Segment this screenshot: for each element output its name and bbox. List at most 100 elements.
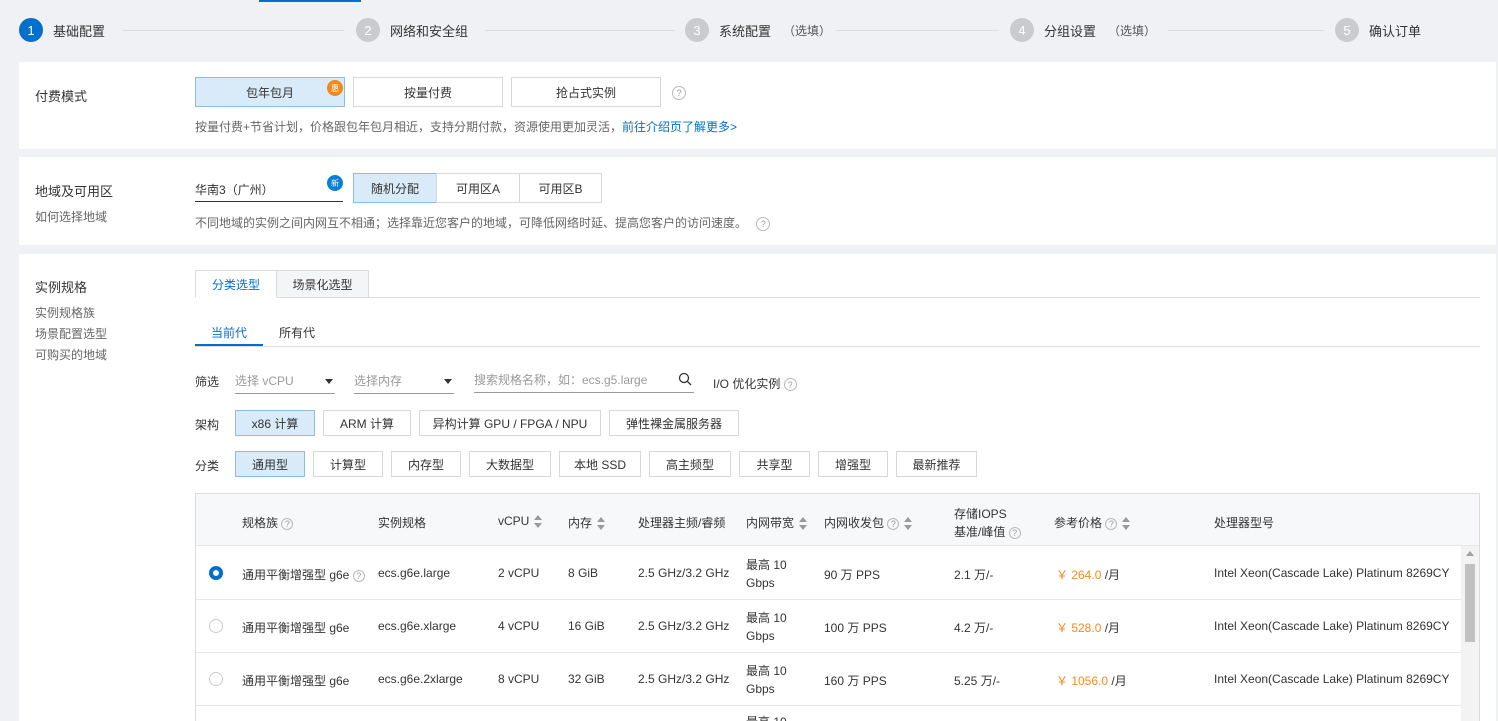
tab-scenario-selection[interactable]: 场景化选型 [277, 270, 369, 298]
category-general-button[interactable]: 通用型 [235, 451, 305, 477]
table-row[interactable]: 通用平衡增强型 g6e ecs.g6e.xlarge 4 vCPU 16 GiB… [196, 600, 1462, 652]
category-recommended-button[interactable]: 最新推荐 [896, 451, 977, 477]
col-memory[interactable]: 内存 [568, 514, 606, 531]
memory-select[interactable]: 选择内存 [354, 368, 454, 394]
region-title: 地域及可用区 [35, 184, 114, 199]
table-scrollbar[interactable] [1461, 546, 1479, 721]
step-confirm-order[interactable]: 5 确认订单 [1335, 17, 1421, 43]
arch-arm-button[interactable]: ARM 计算 [323, 410, 411, 436]
category-label: 分类 [195, 459, 220, 473]
table-row[interactable]: 通用平衡增强型 g6e ? ecs.g6e.large 2 vCPU 8 GiB… [196, 546, 1462, 599]
step-connector [1168, 30, 1324, 31]
category-memory-button[interactable]: 内存型 [391, 451, 461, 477]
zone-b-button[interactable]: 可用区B [519, 173, 602, 203]
category-local-ssd-button[interactable]: 本地 SSD [559, 451, 641, 477]
category-shared-button[interactable]: 共享型 [739, 451, 810, 477]
available-regions-link[interactable]: 可购买的地域 [35, 346, 107, 363]
col-sub-label: 基准/峰值 ? [954, 523, 1021, 541]
col-spec: 实例规格 [378, 516, 427, 530]
col-pps[interactable]: 内网收发包 ? [824, 514, 913, 531]
help-icon[interactable]: ? [1008, 526, 1021, 539]
category-enhanced-button[interactable]: 增强型 [818, 451, 888, 477]
help-icon[interactable]: ? [672, 86, 686, 100]
row-family: 通用平衡增强型 g6e ? [242, 566, 365, 583]
region-help-link[interactable]: 如何选择地域 [35, 208, 107, 225]
row-cpu-model: Intel Xeon(Cascade Lake) Platinum 8269CY [1214, 619, 1450, 633]
scroll-thumb[interactable] [1465, 564, 1475, 642]
zone-random-button[interactable]: 随机分配 [353, 173, 437, 203]
sort-icon[interactable] [597, 517, 606, 531]
tab-current-generation[interactable]: 当前代 [211, 324, 247, 341]
tag-label: 计算型 [329, 457, 366, 472]
help-icon[interactable]: ? [756, 216, 771, 231]
cell-text: Gbps [746, 682, 775, 696]
help-icon[interactable]: ? [281, 517, 294, 530]
col-label: 基准/峰值 [954, 525, 1006, 539]
step-label: 确认订单 [1369, 23, 1422, 39]
row-cpu-model: Intel Xeon(Cascade Lake) Platinum 8269CY [1214, 672, 1450, 686]
billing-pay-as-you-go-button[interactable]: 按量付费 [353, 77, 503, 107]
step-network-security[interactable]: 2 网络和安全组 [356, 17, 468, 43]
col-label: 内网带宽 [746, 516, 795, 530]
col-bandwidth[interactable]: 内网带宽 [746, 514, 808, 531]
col-label: 存储IOPS [954, 507, 1007, 521]
step-basic-config[interactable]: 1 基础配置 [19, 17, 105, 43]
col-label: 内网收发包 [824, 516, 885, 530]
step-system-config[interactable]: 3 系统配置 （选填） [685, 17, 831, 43]
arch-x86-button[interactable]: x86 计算 [235, 410, 315, 436]
cell-text: 通用平衡增强型 g6e [242, 568, 350, 582]
category-compute-button[interactable]: 计算型 [313, 451, 383, 477]
help-icon[interactable]: ? [783, 378, 797, 392]
col-price[interactable]: 参考价格 ? [1054, 514, 1131, 531]
sort-icon[interactable] [1122, 517, 1131, 531]
step-number: 4 [1010, 18, 1034, 42]
search-icon[interactable] [678, 372, 692, 386]
row-iops: 2.1 万/- [954, 568, 994, 582]
table-row[interactable]: 通用平衡增强型 g6e ecs.g6e.2xlarge 8 vCPU 32 Gi… [196, 653, 1462, 705]
row-radio[interactable] [209, 619, 223, 633]
row-radio[interactable] [209, 566, 223, 580]
zone-a-button[interactable]: 可用区A [436, 173, 520, 203]
row-frequency: 2.5 GHz/3.2 GHz [638, 566, 730, 580]
step-optional-label: （选填） [1108, 23, 1157, 38]
row-pps: 160 万 PPS [824, 674, 887, 688]
billing-subscription-button[interactable]: 包年包月 [195, 77, 345, 107]
sort-icon[interactable] [799, 517, 808, 531]
scenario-config-link[interactable]: 场景配置选型 [35, 325, 107, 342]
vcpu-placeholder: 选择 vCPU [235, 374, 294, 388]
col-vcpu[interactable]: vCPU [498, 514, 543, 529]
step-group-settings[interactable]: 4 分组设置 （选填） [1010, 17, 1156, 43]
col-cpu-model: 处理器型号 [1214, 516, 1275, 530]
help-icon[interactable]: ? [1105, 517, 1118, 530]
sort-icon[interactable] [534, 515, 543, 529]
row-radio[interactable] [209, 672, 223, 686]
region-value: 华南3（广州） [195, 183, 274, 197]
sort-icon[interactable] [904, 517, 913, 531]
arch-heterogeneous-button[interactable]: 异构计算 GPU / FPGA / NPU [419, 410, 601, 436]
category-bigdata-button[interactable]: 大数据型 [469, 451, 551, 477]
category-high-freq-button[interactable]: 高主频型 [649, 451, 731, 477]
scroll-up-icon[interactable] [1466, 551, 1474, 556]
price-unit: /月 [1101, 621, 1121, 635]
tag-label: 最新推荐 [912, 457, 961, 472]
spec-search-input[interactable]: 搜索规格名称，如：ecs.g5.large [474, 367, 694, 393]
billing-hint-text: 按量付费+节省计划，价格跟包年包月相近，支持分期付款，资源使用更加灵活， [195, 120, 623, 134]
arch-bare-metal-button[interactable]: 弹性裸金属服务器 [609, 410, 739, 436]
gen-tab-divider [195, 346, 1480, 347]
tab-category-selection[interactable]: 分类选型 [195, 270, 277, 298]
row-vcpu: 8 vCPU [498, 672, 540, 686]
region-select[interactable]: 华南3（广州） [195, 174, 343, 202]
help-icon[interactable]: ? [887, 517, 900, 530]
tag-label: 本地 SSD [573, 457, 626, 472]
billing-preemptible-button[interactable]: 抢占式实例 [511, 77, 661, 107]
vcpu-select[interactable]: 选择 vCPU [235, 368, 335, 394]
row-divider [196, 705, 1462, 706]
io-optimized-filter[interactable]: I/O 优化实例 ? [713, 375, 797, 392]
billing-learn-more-link[interactable]: 前往介绍页了解更多> [622, 120, 737, 134]
col-family: 规格族 ? [242, 514, 294, 531]
step-label: 系统配置 [719, 23, 772, 39]
row-bandwidth: 最高 10 Gbps [746, 662, 787, 698]
help-icon[interactable]: ? [352, 569, 365, 582]
instance-family-link[interactable]: 实例规格族 [35, 304, 95, 321]
tab-all-generations[interactable]: 所有代 [279, 324, 315, 341]
